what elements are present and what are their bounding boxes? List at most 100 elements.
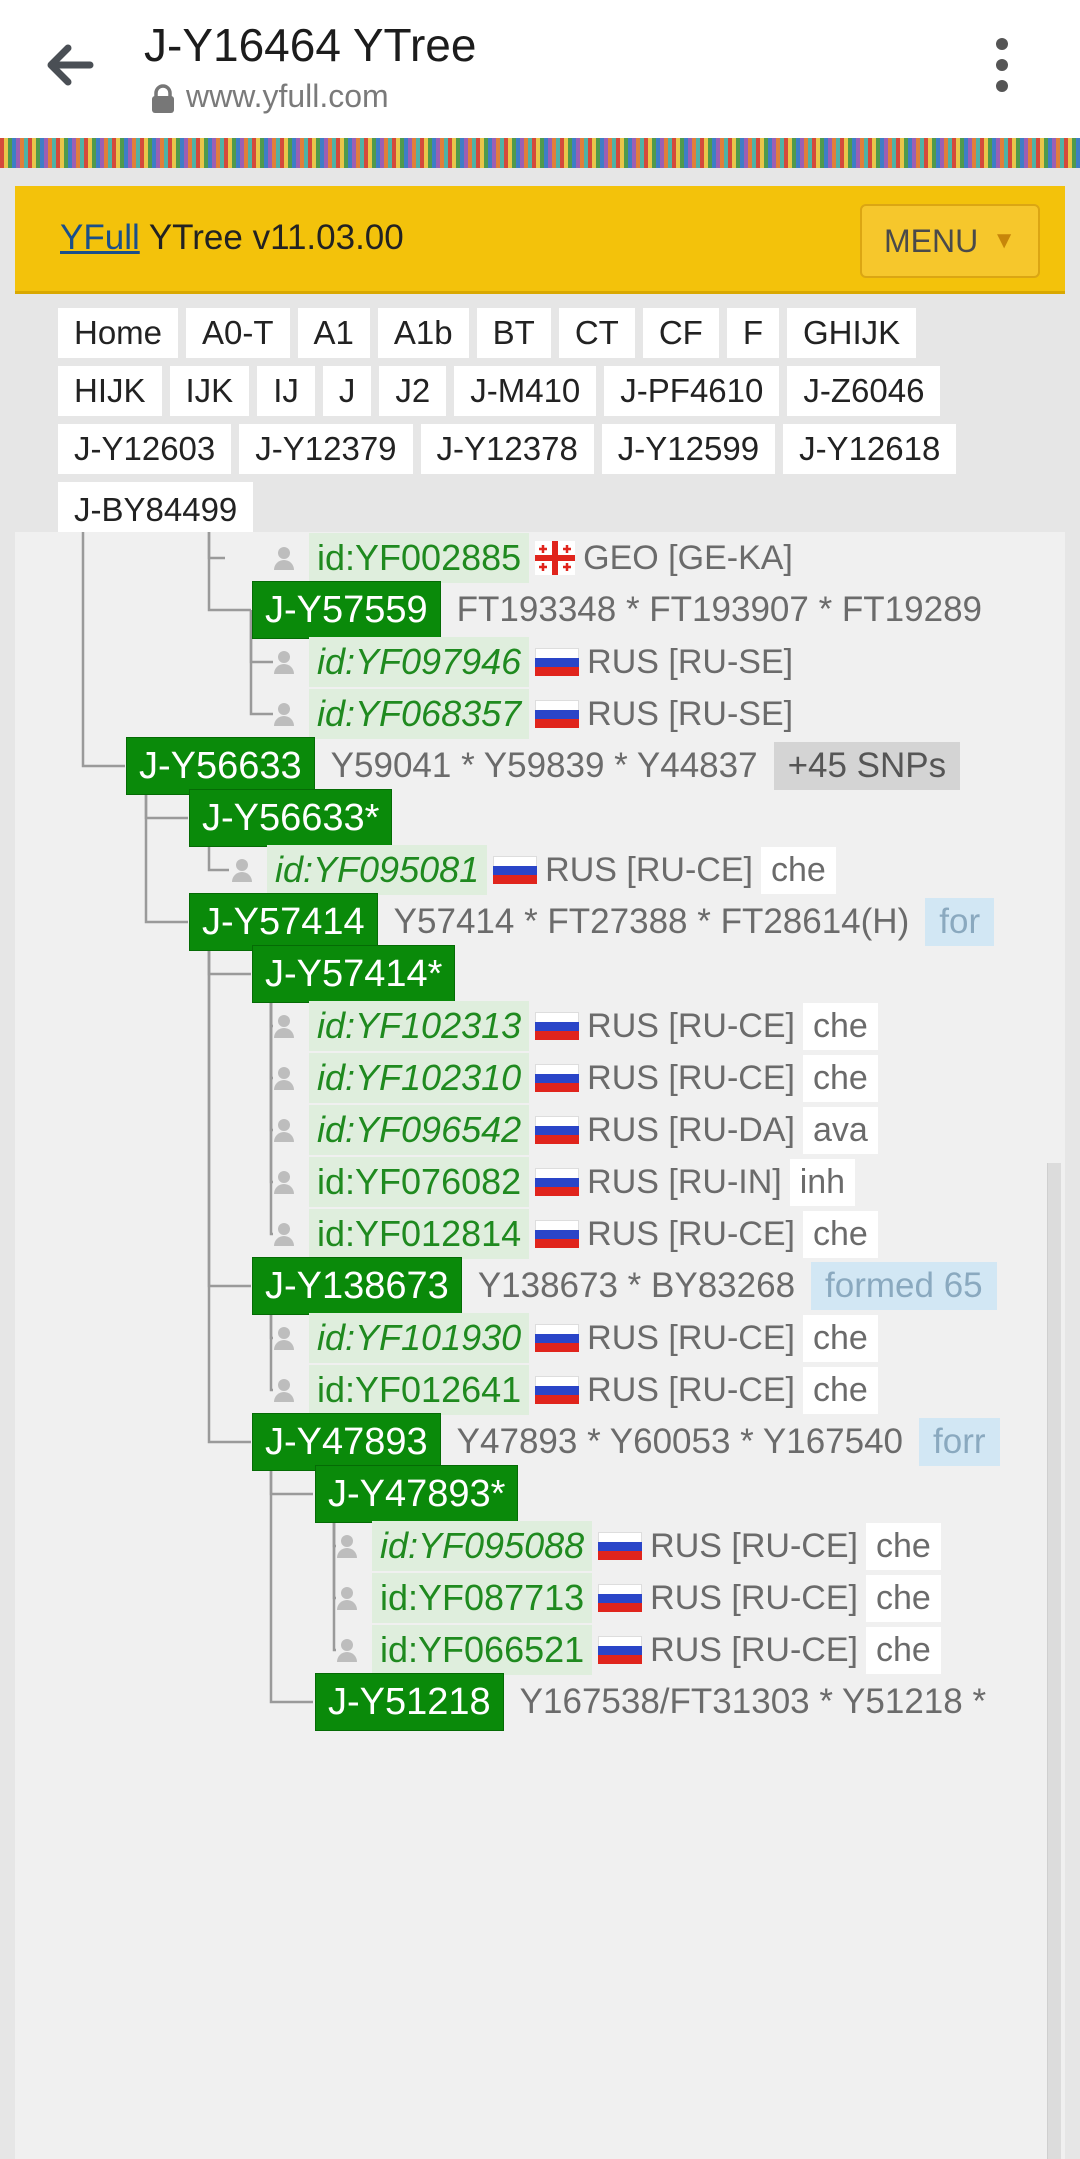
sample-row: id:YF096542 RUS [RU-DA] ava	[273, 1105, 878, 1155]
russia-flag-icon	[493, 856, 538, 884]
breadcrumb-item[interactable]: J-Y12599	[601, 424, 776, 474]
haplogroup-link[interactable]: J-Y57414*	[252, 945, 456, 1003]
sample-language: che	[802, 1314, 878, 1362]
page-title: J-Y16464 YTree	[144, 19, 477, 71]
russia-flag-icon	[535, 648, 580, 676]
breadcrumb-item[interactable]: A1	[297, 308, 370, 358]
sample-language: che	[865, 1626, 941, 1674]
sample-id-link[interactable]: id:YF095081	[267, 845, 488, 895]
tree-node: J-Y47893*	[315, 1465, 519, 1523]
snp-list: FT193348 * FT193907 * FT19289	[456, 590, 982, 629]
snp-list: Y57414 * FT27388 * FT28614(H)	[393, 902, 910, 941]
breadcrumb-item[interactable]: J-Y12618	[783, 424, 957, 474]
person-icon	[274, 1067, 294, 1090]
breadcrumb-item[interactable]: HIJK	[58, 366, 162, 416]
sample-country: RUS [RU-CE]	[587, 1058, 795, 1097]
sample-id-link[interactable]: id:YF102313	[309, 1001, 530, 1051]
breadcrumb-item[interactable]: Home	[58, 308, 179, 358]
breadcrumb-item[interactable]: CF	[642, 308, 719, 358]
menu-button[interactable]: MENU ▼	[860, 204, 1040, 278]
sample-id-link[interactable]: id:YF097946	[309, 637, 530, 687]
tree-node: J-Y57414 Y57414 * FT27388 * FT28614(H) for	[189, 893, 995, 951]
sample-id-link[interactable]: id:YF066521	[372, 1625, 593, 1675]
breadcrumb-item[interactable]: J2	[379, 366, 447, 416]
haplogroup-link[interactable]: J-Y47893*	[315, 1465, 519, 1523]
breadcrumb-item[interactable]: J-Y12379	[239, 424, 413, 474]
breadcrumb-item[interactable]: J	[322, 366, 372, 416]
person-icon	[274, 1171, 294, 1194]
sample-country: RUS [RU-IN]	[587, 1162, 782, 1201]
breadcrumb-item[interactable]: A1b	[377, 308, 469, 358]
sample-country: RUS [RU-SE]	[587, 694, 794, 733]
sample-id-link[interactable]: id:YF087713	[372, 1573, 593, 1623]
url-text[interactable]: www.yfull.com	[186, 78, 389, 115]
tree-node: J-Y56633*	[189, 789, 393, 847]
sample-id-link[interactable]: id:YF002885	[309, 533, 530, 583]
sample-country: RUS [RU-CE]	[650, 1578, 858, 1617]
breadcrumb-item[interactable]: BT	[476, 308, 551, 358]
russia-flag-icon	[535, 1064, 580, 1092]
breadcrumb-item[interactable]: J-BY84499	[58, 482, 254, 538]
breadcrumb: Home A0-T A1 A1b BT CT CF F GHIJK HIJK IJK IJ J J2 J-M…	[58, 308, 1058, 546]
yfull-home-link[interactable]: YFull	[60, 218, 140, 257]
sample-row: id:YF066521 RUS [RU-CE] che	[336, 1625, 941, 1675]
sample-id-link[interactable]: id:YF095088	[372, 1521, 593, 1571]
breadcrumb-row: J-BY84499	[58, 482, 1058, 538]
tree-connector	[207, 532, 225, 560]
site-version: YTree v11.03.00	[139, 218, 404, 257]
breadcrumb-item[interactable]: A0-T	[186, 308, 290, 358]
sample-id-link[interactable]: id:YF012641	[309, 1365, 530, 1415]
snp-list: Y59041 * Y59839 * Y44837	[330, 746, 758, 785]
sample-row: id:YF102310 RUS [RU-CE] che	[273, 1053, 878, 1103]
sample-id-link[interactable]: id:YF102310	[309, 1053, 530, 1103]
breadcrumb-item[interactable]: CT	[558, 308, 635, 358]
sample-id-link[interactable]: id:YF076082	[309, 1157, 530, 1207]
scrollbar[interactable]	[1047, 1163, 1061, 2159]
arrow-left-icon[interactable]	[38, 34, 100, 96]
haplogroup-link[interactable]: J-Y56633*	[189, 789, 393, 847]
sample-id-link[interactable]: id:YF101930	[309, 1313, 530, 1363]
breadcrumb-item[interactable]: IJK	[169, 366, 250, 416]
more-vert-icon[interactable]	[976, 34, 1028, 96]
haplogroup-link[interactable]: J-Y56633	[126, 737, 315, 795]
breadcrumb-item[interactable]: J-Y12378	[420, 424, 594, 474]
haplogroup-link[interactable]: J-Y138673	[252, 1257, 462, 1315]
sample-row: id:YF095081 RUS [RU-CE] che	[231, 845, 836, 895]
breadcrumb-item[interactable]: F	[726, 308, 779, 358]
tree-connector	[207, 922, 251, 1444]
sample-country: GEO [GE-KA]	[583, 538, 793, 577]
sample-id-link[interactable]: id:YF096542	[309, 1105, 530, 1155]
sample-id-link[interactable]: id:YF068357	[309, 689, 530, 739]
breadcrumb-item[interactable]: GHIJK	[786, 308, 917, 358]
person-icon	[274, 1379, 294, 1402]
sample-language: che	[802, 1054, 878, 1102]
russia-flag-icon	[535, 700, 580, 728]
site-header: YFull YTree v11.03.00 MENU ▼	[15, 186, 1065, 294]
georgia-flag-icon	[535, 541, 576, 575]
breadcrumb-item[interactable]: J-PF4610	[604, 366, 780, 416]
sample-language: che	[760, 846, 836, 894]
sample-language: che	[865, 1574, 941, 1622]
breadcrumb-item[interactable]: J-Y12603	[58, 424, 232, 474]
sample-row: id:YF095088 RUS [RU-CE] che	[336, 1521, 941, 1571]
sample-row: id:YF068357 RUS [RU-SE]	[273, 689, 793, 739]
caret-down-icon: ▼	[992, 227, 1016, 254]
formed-age-badge: forr	[919, 1418, 1000, 1466]
haplogroup-link[interactable]: J-Y57414	[189, 893, 378, 951]
more-snps-badge[interactable]: +45 SNPs	[773, 742, 961, 790]
breadcrumb-item[interactable]: IJ	[257, 366, 315, 416]
tree-node: J-Y47893 Y47893 * Y60053 * Y167540 forr	[252, 1413, 1000, 1471]
breadcrumb-item[interactable]: J-Z6046	[787, 366, 941, 416]
haplogroup-link[interactable]: J-Y51218	[315, 1673, 504, 1731]
haplogroup-link[interactable]: J-Y47893	[252, 1413, 441, 1471]
tree-node: J-Y51218 Y167538/FT31303 * Y51218 *	[315, 1673, 986, 1731]
tree-node: J-Y138673 Y138673 * BY83268 formed 65	[252, 1257, 997, 1315]
tree-connector	[269, 1442, 313, 1704]
breadcrumb-item[interactable]: J-M410	[454, 366, 597, 416]
haplogroup-link[interactable]: J-Y57559	[252, 581, 441, 639]
decorative-color-stripe	[0, 138, 1080, 168]
sample-id-link[interactable]: id:YF012814	[309, 1209, 530, 1259]
person-icon	[232, 859, 252, 882]
russia-flag-icon	[535, 1012, 580, 1040]
sample-row: id:YF101930 RUS [RU-CE] che	[273, 1313, 878, 1363]
